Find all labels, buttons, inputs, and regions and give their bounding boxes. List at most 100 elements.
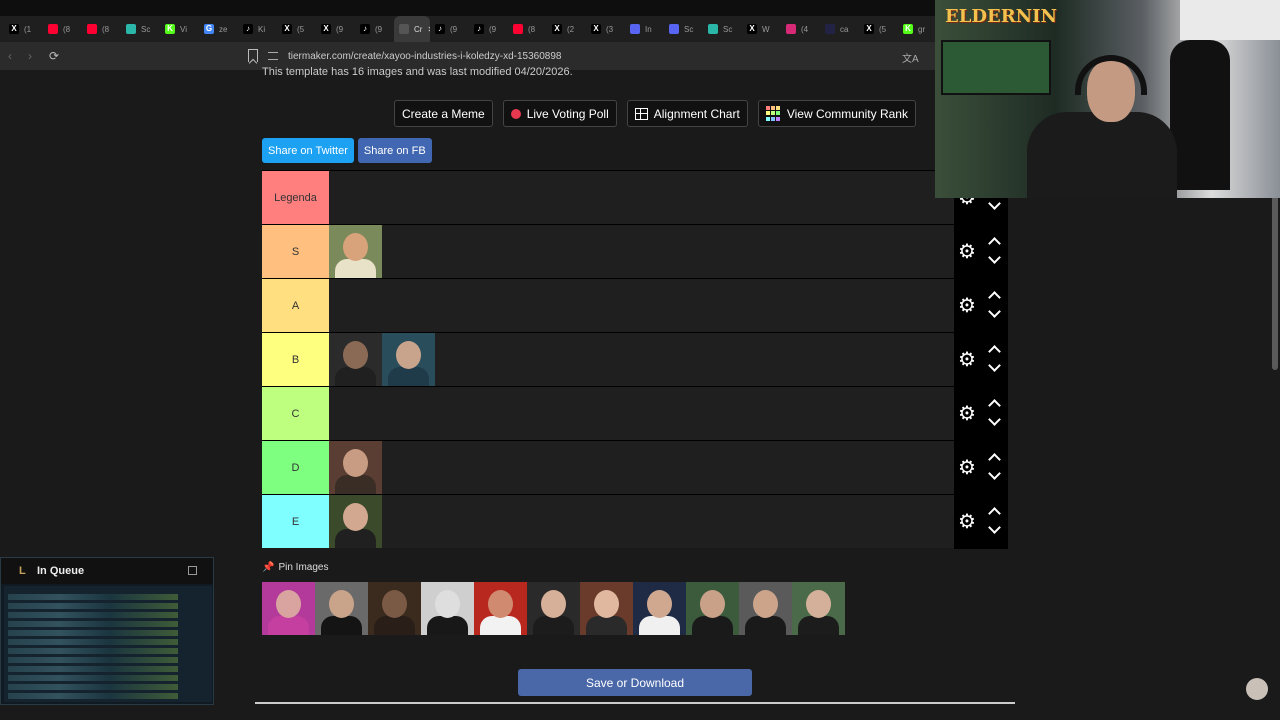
tab-label: (9 xyxy=(489,24,497,34)
browser-tab[interactable]: (8 xyxy=(508,16,547,42)
portrait-face xyxy=(700,590,725,618)
pool-item-image[interactable] xyxy=(580,582,633,635)
create-meme-button[interactable]: Create a Meme xyxy=(394,100,493,127)
back-icon[interactable]: ‹ xyxy=(0,49,20,63)
tier-label[interactable]: S xyxy=(262,225,329,278)
pool-item-image[interactable] xyxy=(739,582,792,635)
browser-tab[interactable]: ♪ Ki xyxy=(238,16,277,42)
browser-tab[interactable]: X (1 xyxy=(4,16,43,42)
browser-tab[interactable]: XW xyxy=(742,16,781,42)
pool-item-image[interactable] xyxy=(368,582,421,635)
move-up-icon[interactable] xyxy=(988,507,1001,520)
browser-tab[interactable]: X (5 xyxy=(859,16,898,42)
tier-item-image[interactable] xyxy=(329,225,382,278)
browser-tab[interactable]: (8 xyxy=(82,16,121,42)
browser-tab[interactable]: X (2 xyxy=(547,16,586,42)
tier-label[interactable]: A xyxy=(262,279,329,332)
browser-tab[interactable]: Sc xyxy=(703,16,742,42)
move-down-icon[interactable] xyxy=(988,467,1001,480)
client-row xyxy=(8,630,178,636)
tier-label[interactable]: D xyxy=(262,441,329,494)
move-up-icon[interactable] xyxy=(988,237,1001,250)
tier-drop-zone[interactable] xyxy=(329,333,954,386)
browser-tab[interactable]: ♪ (9 xyxy=(355,16,394,42)
forward-icon[interactable]: › xyxy=(20,49,40,63)
pool-item-image[interactable] xyxy=(262,582,315,635)
tier-drop-zone[interactable] xyxy=(329,225,954,278)
gear-icon[interactable]: ⚙ xyxy=(958,458,976,478)
pool-item-image[interactable] xyxy=(474,582,527,635)
gear-icon[interactable]: ⚙ xyxy=(958,512,976,532)
browser-tab[interactable]: K Vi xyxy=(160,16,199,42)
client-row xyxy=(8,648,178,654)
gear-icon[interactable]: ⚙ xyxy=(958,404,976,424)
tier-item-image[interactable] xyxy=(329,441,382,494)
browser-tab[interactable]: Gze xyxy=(199,16,238,42)
live-voting-poll-button[interactable]: Live Voting Poll xyxy=(502,100,617,127)
gear-icon[interactable]: ⚙ xyxy=(958,350,976,370)
tier-label[interactable]: C xyxy=(262,387,329,440)
share-twitter-button[interactable]: Share on Twitter xyxy=(262,138,354,163)
avatar[interactable] xyxy=(1246,678,1268,700)
move-down-icon[interactable] xyxy=(988,521,1001,534)
browser-tab[interactable]: X (9 xyxy=(316,16,355,42)
pool-item-image[interactable] xyxy=(527,582,580,635)
tier-item-image[interactable] xyxy=(382,333,435,386)
browser-tab[interactable]: In xyxy=(625,16,664,42)
browser-tab[interactable]: Kgr xyxy=(898,16,937,42)
translate-icon[interactable]: 文A xyxy=(902,50,919,65)
browser-tab[interactable]: (8 xyxy=(43,16,82,42)
move-up-icon[interactable] xyxy=(988,399,1001,412)
tier-label[interactable]: B xyxy=(262,333,329,386)
pool-item-image[interactable] xyxy=(421,582,474,635)
share-facebook-button[interactable]: Share on FB xyxy=(357,138,432,163)
move-up-icon[interactable] xyxy=(988,453,1001,466)
tier-drop-zone[interactable] xyxy=(329,279,954,332)
tier-drop-zone[interactable] xyxy=(329,387,954,440)
tab-label: Cr xyxy=(414,24,423,34)
alignment-chart-button[interactable]: Alignment Chart xyxy=(626,100,748,127)
browser-tab[interactable]: X (3 xyxy=(586,16,625,42)
move-down-icon[interactable] xyxy=(988,359,1001,372)
portrait-body xyxy=(798,616,839,635)
save-download-button[interactable]: Save or Download xyxy=(518,669,752,696)
move-down-icon[interactable] xyxy=(988,305,1001,318)
tier-drop-zone[interactable] xyxy=(329,171,954,224)
move-down-icon[interactable] xyxy=(988,197,1001,210)
move-down-icon[interactable] xyxy=(988,251,1001,264)
browser-tab[interactable]: ♪ (9 xyxy=(430,16,469,42)
alignment-label: Alignment Chart xyxy=(653,106,740,121)
pool-item-image[interactable] xyxy=(315,582,368,635)
tier-drop-zone[interactable] xyxy=(329,495,954,548)
pool-item-image[interactable] xyxy=(633,582,686,635)
browser-tab[interactable]: Sc xyxy=(121,16,160,42)
community-rank-button[interactable]: View Community Rank xyxy=(757,100,916,127)
browser-tab[interactable]: X (5 xyxy=(277,16,316,42)
bookmark-icon[interactable] xyxy=(248,49,258,62)
gear-icon[interactable]: ⚙ xyxy=(958,296,976,316)
browser-tab[interactable]: ♪ (9 xyxy=(469,16,508,42)
tier-label[interactable]: E xyxy=(262,495,329,548)
grid-icon xyxy=(634,107,648,120)
reload-icon[interactable]: ⟳ xyxy=(44,49,64,63)
move-up-icon[interactable] xyxy=(988,291,1001,304)
browser-tab[interactable]: Cr✕ xyxy=(394,16,430,42)
expand-icon[interactable] xyxy=(188,566,197,575)
image-pool xyxy=(262,582,845,635)
address-bar[interactable]: tiermaker.com/create/xayoo-industries-i-… xyxy=(268,46,928,66)
browser-tab[interactable]: ca xyxy=(820,16,859,42)
move-up-icon[interactable] xyxy=(988,345,1001,358)
move-down-icon[interactable] xyxy=(988,413,1001,426)
tier-drop-zone[interactable] xyxy=(329,441,954,494)
pool-item-image[interactable] xyxy=(686,582,739,635)
gear-icon[interactable]: ⚙ xyxy=(958,242,976,262)
tier-item-image[interactable] xyxy=(329,333,382,386)
pin-images-toggle[interactable]: 📌 Pin Images xyxy=(262,562,328,573)
pool-item-image[interactable] xyxy=(792,582,845,635)
site-info-icon[interactable] xyxy=(268,52,278,60)
tier-item-image[interactable] xyxy=(329,495,382,548)
browser-tab[interactable]: (4 xyxy=(781,16,820,42)
portrait-body xyxy=(586,616,627,635)
browser-tab[interactable]: Sc xyxy=(664,16,703,42)
tier-label[interactable]: Legenda xyxy=(262,171,329,224)
